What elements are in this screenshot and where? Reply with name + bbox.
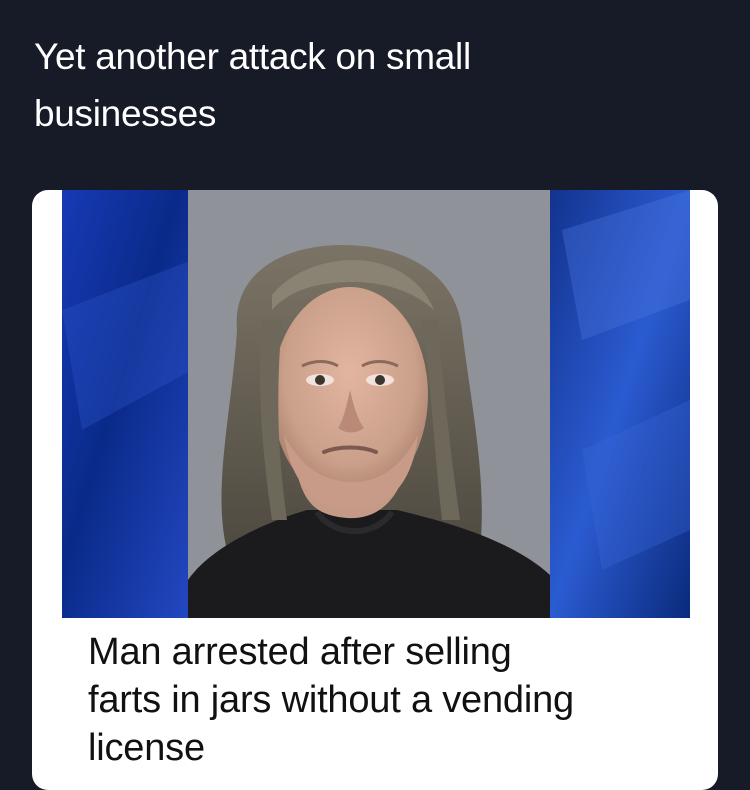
news-card[interactable]: Man arrested after selling farts in jars… [32, 190, 718, 790]
mugshot-photo-illustration [62, 190, 690, 618]
headline-line-1: Man arrested after selling [88, 631, 512, 673]
meme-screen: { "post": { "caption_lines": ["Yet anoth… [0, 0, 750, 790]
post-caption: Yet another attack on small businesses [34, 28, 714, 142]
post-caption-line-2: businesses [34, 93, 217, 134]
headline[interactable]: Man arrested after selling farts in jars… [88, 628, 698, 772]
mugshot-photo [62, 190, 690, 618]
headline-line-3: license [88, 727, 205, 769]
post-caption-line-1: Yet another attack on small [34, 36, 471, 77]
headline-line-2: farts in jars without a vending [88, 679, 574, 721]
